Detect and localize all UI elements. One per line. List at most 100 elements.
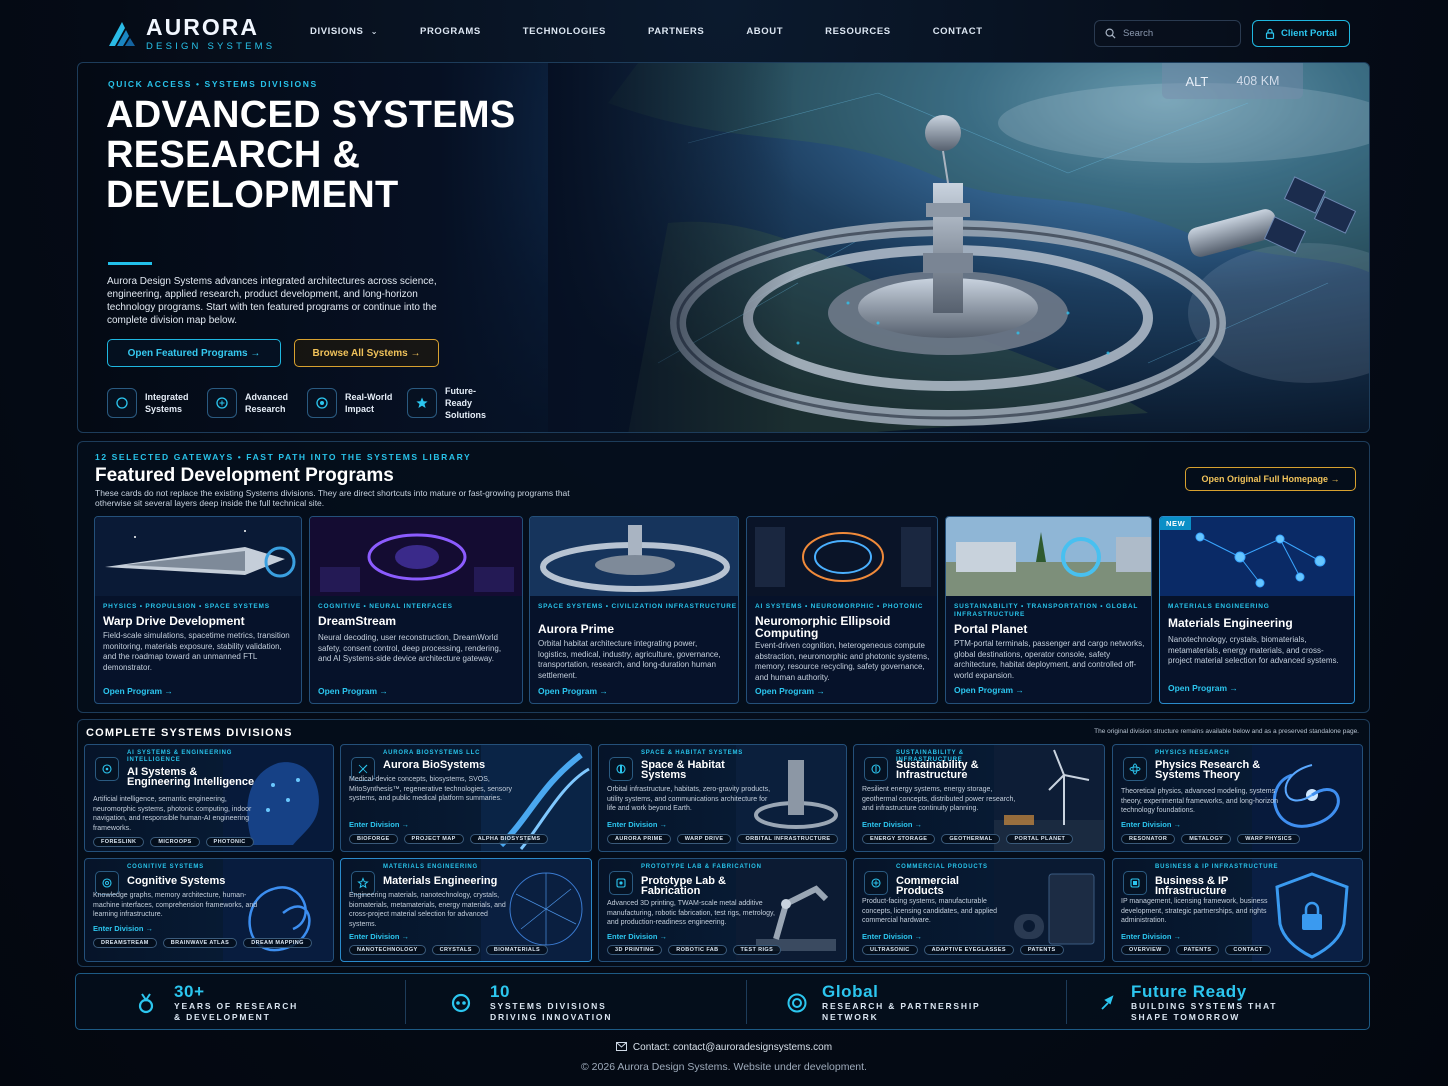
chip[interactable]: PORTAL PLANET xyxy=(1006,834,1074,844)
chip[interactable]: OVERVIEW xyxy=(1121,945,1170,955)
enter-division-link[interactable]: Enter Division → xyxy=(1121,932,1181,941)
division-card-ai-systems[interactable]: AI SYSTEMS & ENGINEERING INTELLIGENCE AI… xyxy=(84,744,334,852)
card-title: Neuromorphic Ellipsoid Computing xyxy=(755,614,891,640)
chip[interactable]: WARP DRIVE xyxy=(676,834,732,844)
program-card-portal-planet[interactable]: SUSTAINABILITY • TRANSPORTATION • GLOBAL… xyxy=(945,516,1152,704)
chip[interactable]: ORBITAL INFRASTRUCTURE xyxy=(737,834,839,844)
chip[interactable]: MICROOPS xyxy=(150,837,200,847)
nav-partners[interactable]: PARTNERS xyxy=(648,26,704,37)
open-original-homepage-button[interactable]: Open Original Full Homepage → xyxy=(1185,467,1356,491)
enter-division-link[interactable]: Enter Division → xyxy=(93,924,153,933)
stat-divider xyxy=(746,980,747,1024)
chip[interactable]: BRAINWAVE ATLAS xyxy=(162,938,238,948)
chip[interactable]: RESONATOR xyxy=(1121,834,1176,844)
client-portal-button[interactable]: Client Portal xyxy=(1252,20,1350,47)
chip[interactable]: FORESLINK xyxy=(93,837,145,847)
chip[interactable]: 3D PRINTING xyxy=(607,945,663,955)
open-program-link[interactable]: Open Program → xyxy=(1168,683,1238,693)
chip[interactable]: NANOTECHNOLOGY xyxy=(349,945,426,955)
chip[interactable]: CONTACT xyxy=(1225,945,1271,955)
search-input[interactable] xyxy=(1123,28,1223,39)
program-card-warp-drive[interactable]: PHYSICS • PROPULSION • SPACE SYSTEMS War… xyxy=(94,516,302,704)
nav-resources[interactable]: RESOURCES xyxy=(825,26,891,37)
chip[interactable]: BIOFORGE xyxy=(349,834,398,844)
card-title: Aurora Prime xyxy=(538,622,615,636)
enter-division-link[interactable]: Enter Division → xyxy=(349,932,409,941)
open-program-link[interactable]: Open Program → xyxy=(755,686,825,696)
nav-divisions[interactable]: DIVISIONS ⌄ xyxy=(310,26,378,37)
division-card-cognitive[interactable]: COGNITIVE SYSTEMS Cognitive Systems Know… xyxy=(84,858,334,962)
badge-label: Integrated Systems xyxy=(145,392,189,414)
enter-division-link[interactable]: Enter Division → xyxy=(862,820,922,829)
nav-about[interactable]: ABOUT xyxy=(746,26,783,37)
stat-value: Future Ready xyxy=(1131,981,1247,1001)
nav-technologies[interactable]: TECHNOLOGIES xyxy=(523,26,606,37)
division-card-space-habitat[interactable]: SPACE & HABITAT SYSTEMS Space & Habitat … xyxy=(598,744,847,852)
card-title: Warp Drive Development xyxy=(103,614,245,628)
chip[interactable]: TEST RIGS xyxy=(732,945,782,955)
chip[interactable]: PROJECT MAP xyxy=(403,834,464,844)
chip[interactable]: DREAMSTREAM xyxy=(93,938,157,948)
open-program-link[interactable]: Open Program → xyxy=(538,686,608,696)
enter-division-link[interactable]: Enter Division → xyxy=(349,820,409,829)
chip[interactable]: ALPHA BIOSYSTEMS xyxy=(469,834,549,844)
chip[interactable]: CRYSTALS xyxy=(431,945,480,955)
chip[interactable]: BIOMATERIALS xyxy=(485,945,549,955)
division-chips: ULTRASONIC ADAPTIVE EYEGLASSES PATENTS xyxy=(862,945,1064,955)
division-card-biosystems[interactable]: AURORA BIOSYSTEMS LLC Aurora BioSystems … xyxy=(340,744,592,852)
division-title: AI Systems & Engineering Intelligence xyxy=(127,766,255,788)
open-featured-programs-button[interactable]: Open Featured Programs → xyxy=(107,339,281,367)
chip[interactable]: METALOGY xyxy=(1181,834,1232,844)
division-title: Space & Habitat Systems xyxy=(641,759,725,781)
chip[interactable]: PHOTONIC xyxy=(205,837,254,847)
footer-contact[interactable]: Contact: contact@auroradesignsystems.com xyxy=(0,1042,1448,1054)
open-program-link[interactable]: Open Program → xyxy=(103,686,173,696)
nav-contact[interactable]: CONTACT xyxy=(933,26,983,37)
target-icon xyxy=(787,993,807,1012)
chip[interactable]: WARP PHYSICS xyxy=(1237,834,1301,844)
chip[interactable]: DREAM MAPPING xyxy=(243,938,312,948)
program-card-neuromorphic[interactable]: AI SYSTEMS • NEUROMORPHIC • PHOTONIC Neu… xyxy=(746,516,938,704)
division-tag: COGNITIVE SYSTEMS xyxy=(127,864,204,870)
rocket-icon xyxy=(1101,994,1114,1010)
nav-programs[interactable]: PROGRAMS xyxy=(420,26,481,37)
enter-division-link[interactable]: Enter Division → xyxy=(607,932,667,941)
division-card-sustainability[interactable]: SUSTAINABILITY & INFRASTRUCTURE Sustaina… xyxy=(853,744,1105,852)
division-description: Medical-device concepts, biosystems, SVO… xyxy=(349,776,513,802)
division-card-prototype-lab[interactable]: PROTOTYPE LAB & FABRICATION Prototype La… xyxy=(598,858,847,962)
chip[interactable]: ADAPTIVE EYEGLASSES xyxy=(923,945,1014,955)
division-card-business-ip[interactable]: BUSINESS & IP INFRASTRUCTURE Business & … xyxy=(1112,858,1363,962)
chip[interactable]: ULTRASONIC xyxy=(862,945,918,955)
division-chips: NANOTECHNOLOGY CRYSTALS BIOMATERIALS xyxy=(349,945,549,955)
program-card-materials[interactable]: NEW MATERIALS ENGINEERING Materials Engi… xyxy=(1159,516,1355,704)
program-card-dreamstream[interactable]: COGNITIVE • NEURAL INTERFACES DreamStrea… xyxy=(309,516,523,704)
division-title: Prototype Lab & Fabrication xyxy=(641,875,726,897)
enter-division-link[interactable]: Enter Division → xyxy=(607,820,667,829)
lock-icon xyxy=(1265,28,1275,39)
division-card-commercial[interactable]: COMMERCIAL PRODUCTS Commercial Products … xyxy=(853,858,1105,962)
division-card-physics[interactable]: PHYSICS RESEARCH Physics Research & Syst… xyxy=(1112,744,1363,852)
program-card-aurora-prime[interactable]: SPACE SYSTEMS • CIVILIZATION INFRASTRUCT… xyxy=(529,516,739,704)
chip[interactable]: AURORA PRIME xyxy=(607,834,671,844)
division-title: Sustainability & Infrastructure xyxy=(896,759,979,781)
enter-division-link[interactable]: Enter Division → xyxy=(862,932,922,941)
division-card-materials[interactable]: MATERIALS ENGINEERING Materials Engineer… xyxy=(340,858,592,962)
chip[interactable]: GEOTHERMAL xyxy=(941,834,1001,844)
division-title: Cognitive Systems xyxy=(127,875,226,887)
chip[interactable]: ROBOTIC FAB xyxy=(668,945,727,955)
stat-years: 30+ YEARS OF RESEARCH & DEVELOPMENT xyxy=(136,974,304,1031)
chip[interactable]: PATENTS xyxy=(1175,945,1220,955)
browse-all-systems-button[interactable]: Browse All Systems → xyxy=(294,339,439,367)
chip[interactable]: PATENTS xyxy=(1019,945,1064,955)
brand-logo[interactable]: AURORA DESIGN SYSTEMS xyxy=(106,16,275,52)
enter-division-link[interactable]: Enter Division → xyxy=(1121,820,1181,829)
stat-divisions: 10 SYSTEMS DIVISIONS DRIVING INNOVATION xyxy=(450,974,630,1031)
stat-divider xyxy=(405,980,406,1024)
open-program-link[interactable]: Open Program → xyxy=(954,685,1024,695)
fabrication-icon xyxy=(609,871,633,895)
stat-label: YEARS OF RESEARCH & DEVELOPMENT xyxy=(174,1000,299,1022)
neural-lab-image xyxy=(310,517,522,596)
chip[interactable]: ENERGY STORAGE xyxy=(862,834,936,844)
open-program-link[interactable]: Open Program → xyxy=(318,686,388,696)
division-description: Resilient energy systems, energy storage… xyxy=(862,786,1016,812)
